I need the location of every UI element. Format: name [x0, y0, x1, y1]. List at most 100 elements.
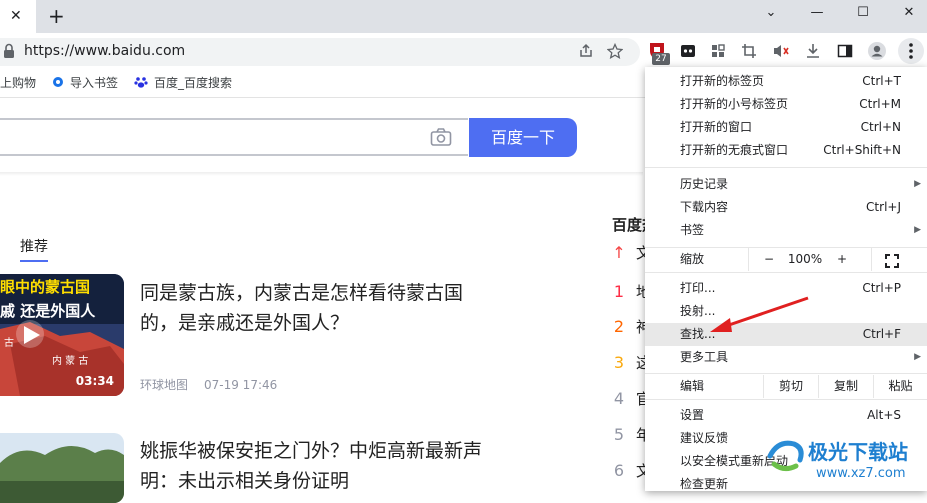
- side-panel-icon[interactable]: [834, 40, 856, 62]
- header-divider: [0, 172, 643, 176]
- baidu-paw-icon: [134, 77, 148, 88]
- apps-grid-icon[interactable]: [707, 40, 729, 62]
- menu-shortcut: Ctrl+T: [862, 74, 901, 88]
- menu-item-new-window[interactable]: 打开新的窗口 Ctrl+N: [645, 116, 927, 139]
- menu-item-history[interactable]: 历史记录 ▶: [645, 173, 927, 196]
- menu-item-downloads[interactable]: 下载内容 Ctrl+J: [645, 196, 927, 219]
- search-input[interactable]: [0, 118, 468, 156]
- menu-item-label: 编辑: [680, 379, 705, 393]
- submenu-arrow-icon: ▶: [914, 179, 921, 189]
- menu-shortcut: Ctrl+Shift+N: [823, 143, 901, 157]
- hot-rank: 6: [613, 461, 625, 480]
- close-window-button[interactable]: ✕: [886, 0, 927, 30]
- zoom-divider: [871, 248, 872, 271]
- new-tab-button[interactable]: +: [48, 4, 65, 28]
- share-icon[interactable]: [575, 40, 597, 62]
- fullscreen-icon: [885, 254, 899, 268]
- hot-rank: 2: [613, 317, 625, 336]
- menu-item-label: 更多工具: [680, 350, 729, 364]
- menu-item-settings[interactable]: 设置 Alt+S: [645, 404, 927, 427]
- menu-item-edit: 编辑 剪切 复制 粘贴: [645, 375, 927, 398]
- menu-item-new-incognito[interactable]: 打开新的无痕式窗口 Ctrl+Shift+N: [645, 139, 927, 162]
- menu-item-label: 打开新的窗口: [680, 120, 753, 134]
- menu-shortcut: Alt+S: [867, 408, 901, 422]
- hot-rank: 4: [613, 389, 625, 408]
- feed-tab-underline: [20, 260, 48, 262]
- menu-separator: [645, 272, 927, 273]
- menu-item-new-tab[interactable]: 打开新的标签页 Ctrl+T: [645, 70, 927, 93]
- submenu-arrow-icon: ▶: [914, 225, 921, 235]
- submenu-arrow-icon: ▶: [914, 352, 921, 362]
- news-thumbnail[interactable]: 眼中的蒙古国 戚 还是外国人 古 内 蒙 古 03:34: [0, 274, 124, 396]
- news-title[interactable]: 同是蒙古族，内蒙古是怎样看待蒙古国的，是亲戚还是外国人？: [140, 278, 500, 338]
- tab-search-icon[interactable]: ⌄: [748, 0, 794, 30]
- menu-item-label: 设置: [680, 408, 705, 422]
- thumb-caption-1: 眼中的蒙古国: [0, 278, 91, 296]
- feed-tab-recommend[interactable]: 推荐: [20, 239, 48, 255]
- extension-badge: 27: [652, 53, 670, 65]
- thumb-caption-2: 戚 还是外国人: [0, 302, 96, 320]
- menu-separator: [645, 399, 927, 400]
- fullscreen-button[interactable]: [885, 253, 899, 268]
- lock-icon[interactable]: [3, 42, 15, 60]
- bookmark-import[interactable]: 导入书签: [70, 76, 118, 90]
- menu-item-new-tab-group[interactable]: 打开新的小号标签页 Ctrl+M: [645, 93, 927, 116]
- zoom-level: 100%: [787, 252, 823, 266]
- menu-item-label: 打开新的标签页: [680, 74, 765, 88]
- cut-button[interactable]: 剪切: [764, 375, 818, 398]
- watermark-url: www.xz7.com: [816, 466, 906, 481]
- menu-item-label: 检查更新: [680, 477, 729, 491]
- hot-rank: ↑: [612, 243, 626, 262]
- thumb-map-label-2: 内 蒙 古: [52, 356, 89, 367]
- menu-shortcut: Ctrl+P: [862, 281, 901, 295]
- red-arrow-annotation: [710, 296, 809, 332]
- watermark: 极光下载站 www.xz7.com: [766, 434, 927, 491]
- copy-button[interactable]: 复制: [819, 375, 873, 398]
- hot-rank: 5: [613, 425, 625, 444]
- video-duration: 03:34: [75, 374, 114, 388]
- more-vert-icon: [909, 43, 913, 59]
- extension-face-icon[interactable]: [677, 40, 699, 62]
- hot-rank: 3: [613, 353, 625, 372]
- menu-item-label: 历史记录: [680, 177, 729, 191]
- menu-separator: [645, 167, 927, 168]
- gear-icon: [53, 77, 63, 87]
- news-thumbnail-image: [0, 433, 124, 503]
- paste-button[interactable]: 粘贴: [874, 375, 927, 398]
- bookmark-baidu[interactable]: 百度_百度搜索: [154, 76, 232, 90]
- bookmark-star-icon[interactable]: [604, 40, 626, 62]
- watermark-title: 极光下载站: [808, 440, 908, 464]
- menu-separator: [645, 373, 927, 374]
- maximize-button[interactable]: ☐: [840, 0, 886, 30]
- minimize-button[interactable]: —: [794, 0, 840, 30]
- menu-kebab-button[interactable]: [898, 38, 924, 64]
- menu-shortcut: Ctrl+F: [862, 327, 901, 341]
- menu-item-label: 下载内容: [680, 200, 729, 214]
- menu-item-label: 缩放: [680, 252, 705, 266]
- menu-item-bookmarks[interactable]: 书签 ▶: [645, 219, 927, 242]
- news-time: 07-19 17:46: [204, 378, 278, 392]
- zoom-in-button[interactable]: +: [831, 248, 853, 271]
- menu-item-more-tools[interactable]: 更多工具 ▶: [645, 346, 927, 369]
- browser-menu: 打开新的标签页 Ctrl+T 打开新的小号标签页 Ctrl+M 打开新的窗口 C…: [645, 67, 927, 491]
- crop-icon[interactable]: [738, 40, 760, 62]
- camera-icon[interactable]: [430, 127, 452, 147]
- bookmark-shopping[interactable]: 上购物: [0, 76, 36, 90]
- watermark-logo-icon: [767, 440, 804, 472]
- thumb-map-label-1: 古: [4, 338, 14, 349]
- mute-icon[interactable]: [770, 40, 792, 62]
- menu-shortcut: Ctrl+N: [860, 120, 901, 134]
- zoom-out-button[interactable]: −: [757, 248, 781, 271]
- zoom-divider: [748, 248, 749, 271]
- news-thumbnail[interactable]: [0, 433, 124, 503]
- search-button[interactable]: 百度一下: [469, 118, 577, 157]
- tab-close-icon[interactable]: ✕: [10, 7, 22, 25]
- download-icon[interactable]: [802, 40, 824, 62]
- url-text[interactable]: https://www.baidu.com: [24, 42, 185, 60]
- menu-item-label: 书签: [680, 223, 705, 237]
- menu-item-label: 打开新的无痕式窗口: [680, 143, 789, 157]
- news-title[interactable]: 姚振华被保安拒之门外？中炬高新最新声明：未出示相关身份证明: [140, 436, 500, 496]
- profile-avatar-icon[interactable]: [866, 40, 888, 62]
- menu-item-label: 建议反馈: [680, 431, 729, 445]
- news-source[interactable]: 环球地图: [140, 378, 188, 392]
